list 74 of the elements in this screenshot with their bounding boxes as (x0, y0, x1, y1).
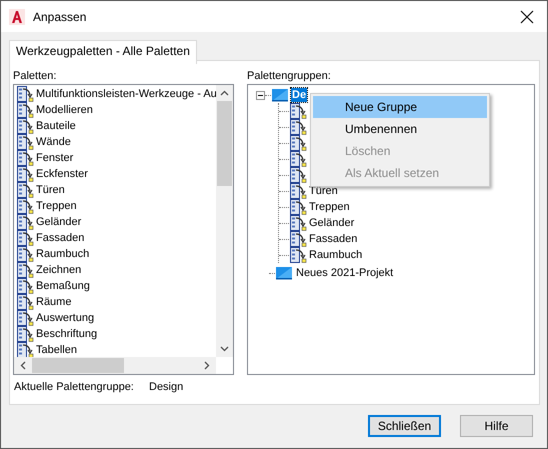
list-item[interactable]: Türen (36, 182, 65, 198)
palette-icon (290, 215, 308, 231)
menu-item[interactable]: Neue Gruppe (313, 96, 487, 118)
palette-icon (290, 119, 308, 135)
palette-icon (290, 151, 308, 167)
list-item[interactable]: Fassaden (36, 230, 84, 246)
palette-icon (17, 86, 35, 102)
palette-icon (17, 214, 35, 230)
scroll-down-icon[interactable] (220, 346, 229, 352)
list-item[interactable]: Multifunktionsleisten-Werkzeuge - Au (36, 86, 216, 102)
palette-icon (17, 294, 35, 310)
tree-item[interactable]: Fassaden (308, 232, 358, 246)
menu-item[interactable]: Umbenennen (313, 118, 487, 140)
list-item[interactable]: Fenster (36, 150, 74, 166)
dialog-button[interactable]: Hilfe (460, 415, 533, 437)
list-item[interactable]: Tabellen (36, 342, 77, 357)
horizontal-scrollbar[interactable] (14, 357, 216, 374)
palette-icon (290, 103, 308, 119)
palette-group-icon (272, 88, 288, 102)
palette-icon (17, 166, 35, 182)
list-item[interactable]: Bemaßung (36, 278, 90, 294)
list-item[interactable]: Eckfenster (36, 166, 88, 182)
palette-icon (290, 135, 308, 151)
palette-icon (290, 167, 308, 183)
list-item[interactable]: Raumbuch (36, 246, 90, 262)
palette-icon (17, 342, 35, 357)
current-group-label: Aktuelle Palettengruppe: (14, 381, 135, 393)
palette-icon (17, 198, 35, 214)
collapse-icon[interactable] (256, 90, 265, 100)
tree-item[interactable]: Raumbuch (308, 248, 364, 262)
tab[interactable]: Werkzeugpaletten - Alle Paletten (9, 40, 197, 64)
list-item[interactable]: Räume (36, 294, 72, 310)
palette-icon (290, 231, 308, 247)
palette-icon (17, 278, 35, 294)
tree-item[interactable]: Treppen (308, 200, 351, 214)
list-item[interactable]: Treppen (36, 198, 77, 214)
palette-group-icon (276, 266, 292, 280)
palettes-label: Paletten: (13, 69, 56, 84)
palette-groups-label: Palettengruppen: (247, 69, 331, 84)
palette-icon (290, 199, 308, 215)
list-item[interactable]: Zeichnen (36, 262, 82, 278)
tree-item[interactable]: De (291, 88, 308, 102)
palettes-list[interactable]: Multifunktionsleisten-Werkzeuge - Au Modellieren Bauteile Wände Fenster Eckfenster Türen Treppen Geländer Fassaden Raumbuch Zeichnen Bemaßung Räume Auswertung Beschriftung Tabellen (13, 84, 234, 375)
list-item[interactable]: Wände (36, 134, 71, 150)
palette-icon (290, 183, 308, 199)
list-item[interactable]: Modellieren (36, 102, 93, 118)
scroll-right-icon[interactable] (204, 361, 210, 370)
palette-icon (17, 150, 35, 166)
palette-icon (17, 182, 35, 198)
palette-icon (17, 326, 35, 342)
window-title: Anpassen (33, 10, 88, 24)
palette-icon (17, 246, 35, 262)
dialog-button[interactable]: Schließen (368, 415, 441, 437)
tree-item[interactable]: Geländer (308, 216, 356, 230)
scrollbar-thumb[interactable] (32, 358, 124, 373)
app-logo-icon (9, 8, 25, 24)
palette-icon (17, 134, 35, 150)
list-item[interactable]: Auswertung (36, 310, 94, 326)
list-item[interactable]: Beschriftung (36, 326, 98, 342)
list-item[interactable]: Geländer (36, 214, 82, 230)
palette-icon (17, 230, 35, 246)
scrollbar-thumb[interactable] (217, 101, 232, 186)
palette-icon (17, 118, 35, 134)
palette-icon (290, 247, 308, 263)
palette-icon (17, 310, 35, 326)
close-icon[interactable] (520, 10, 534, 24)
vertical-scrollbar[interactable] (216, 85, 233, 357)
list-item[interactable]: Bauteile (36, 118, 76, 134)
palette-icon (17, 102, 35, 118)
tree-item[interactable]: Neues 2021-Projekt (295, 266, 394, 280)
scroll-left-icon[interactable] (20, 361, 26, 370)
current-group-value: Design (149, 381, 184, 393)
palette-icon (17, 262, 35, 278)
scroll-up-icon[interactable] (220, 90, 229, 96)
